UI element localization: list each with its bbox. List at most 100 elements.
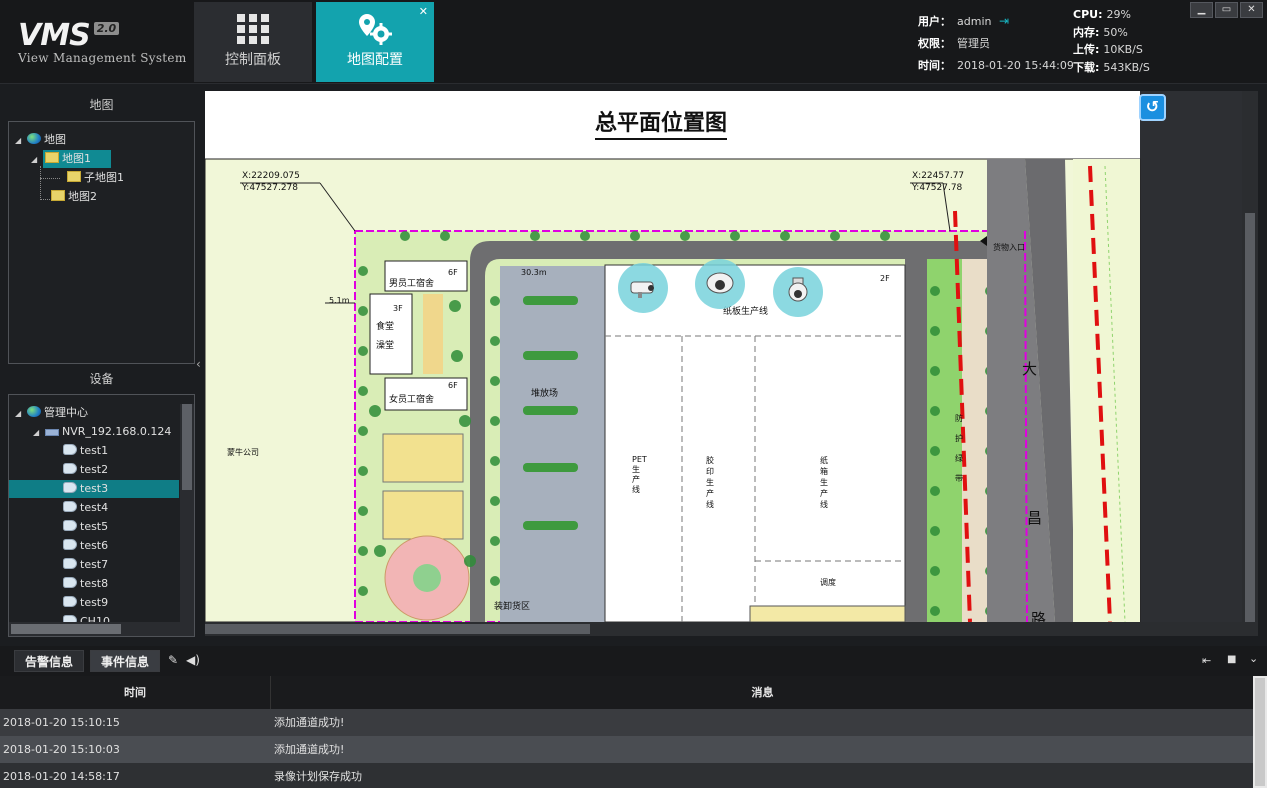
tree-node-channel[interactable]: test4 (9, 499, 179, 517)
globe-icon (27, 133, 41, 144)
table-row[interactable]: 2018-01-20 14:58:17 录像计划保存成功 (0, 763, 1253, 788)
row-message: 录像计划保存成功 (274, 770, 362, 783)
memory-value: 50% (1103, 25, 1128, 39)
label-road-3: 路 (1031, 610, 1047, 622)
tree-node-label: 地图2 (68, 190, 97, 203)
camera-dome-hotspot[interactable] (695, 259, 745, 309)
scrollbar-thumb[interactable] (182, 404, 192, 490)
tree-node-map-root[interactable]: ◢ 地图 (15, 131, 66, 149)
label-green-belt: 防护绿带 (955, 414, 963, 483)
tab-dashboard-label: 控制面板 (225, 52, 281, 68)
window-controls: ▁ ▭ ✕ (1190, 2, 1263, 18)
cpu-value: 29% (1106, 8, 1131, 21)
sound-icon[interactable]: ◀) (186, 653, 200, 667)
label-entrance: 货物入口 (993, 243, 1025, 252)
map-title: 总平面位置图 (595, 105, 728, 140)
tree-node-map2[interactable]: 地图2 (51, 188, 97, 206)
label-dimension-2: 5.1m (329, 296, 350, 305)
tree-node-label: test3 (80, 482, 109, 495)
tree-node-label: 地图 (44, 133, 66, 146)
minimize-button[interactable]: ▁ (1190, 2, 1213, 18)
tab-map-config[interactable]: ✕ 地图配置 (316, 2, 434, 82)
tab-alarm-info[interactable]: 告警信息 (14, 650, 85, 672)
collapse-panel-chevron-icon[interactable]: ⌄ (1249, 652, 1258, 665)
tree-node-submap1[interactable]: 子地图1 (67, 169, 124, 187)
tree-node-channel[interactable]: test3 (9, 480, 179, 498)
cpu-label: CPU: (1073, 8, 1103, 21)
tree-node-channel[interactable]: test1 (9, 442, 179, 460)
logo-version: 2.0 (93, 22, 120, 35)
pin-icon[interactable]: ⇤ (1202, 654, 1211, 667)
camera-bullet-hotspot[interactable] (618, 263, 668, 313)
row-time: 2018-01-20 14:58:17 (3, 770, 120, 783)
camera-icon (63, 501, 77, 512)
horizontal-scrollbar[interactable] (9, 622, 194, 636)
download-label: 下载: (1073, 60, 1100, 74)
column-header-message[interactable]: 消息 (272, 676, 1253, 709)
map-panel-title: 地图 (89, 98, 114, 112)
globe-icon (27, 406, 41, 417)
row-message: 添加通道成功! (274, 716, 345, 729)
logout-icon[interactable]: ⇥ (999, 14, 1009, 28)
device-tree: ◢ 管理中心 ◢ NVR_192.168.0.124 test1 test2 test3… (8, 394, 195, 637)
label-building-floors: 2F (880, 274, 890, 283)
label-dimension-1: 30.3m (521, 268, 547, 277)
time-value: 2018-01-20 15:44:09 (957, 59, 1074, 72)
site-plan-map (205, 91, 1141, 622)
scrollbar-thumb[interactable] (1255, 678, 1265, 786)
map-horizontal-scrollbar[interactable] (205, 622, 1258, 636)
role-value: 管理员 (957, 37, 990, 50)
tab-close-icon[interactable]: ✕ (419, 5, 428, 18)
tree-node-channel[interactable]: test9 (9, 594, 179, 612)
tree-node-nvr[interactable]: ◢ NVR_192.168.0.124 (33, 423, 171, 441)
tree-node-channel[interactable]: test6 (9, 537, 179, 555)
camera-ptz-hotspot[interactable] (773, 267, 823, 317)
gear-map-icon (359, 14, 392, 45)
collapse-arrow-icon[interactable]: ◢ (33, 424, 45, 442)
tree-node-management-center[interactable]: ◢ 管理中心 (15, 404, 88, 422)
collapse-panel-icon[interactable]: ‹ (196, 357, 201, 371)
tree-node-map1[interactable]: ◢ 地图1 (31, 150, 111, 168)
device-tree-scrollbar[interactable] (180, 404, 194, 622)
tree-node-channel[interactable]: test5 (9, 518, 179, 536)
tab-event-info[interactable]: 事件信息 (90, 650, 161, 672)
reset-view-button[interactable]: ↺ (1139, 94, 1166, 121)
camera-icon (63, 520, 77, 531)
log-scrollbar[interactable] (1253, 676, 1267, 788)
label-road-2: 昌 (1027, 509, 1043, 527)
row-time: 2018-01-20 15:10:03 (3, 743, 120, 756)
scrollbar-thumb[interactable] (11, 624, 121, 634)
clear-broom-icon[interactable]: ✎ (168, 653, 178, 667)
tree-node-channel[interactable]: test7 (9, 556, 179, 574)
collapse-arrow-icon[interactable]: ◢ (15, 132, 27, 150)
tree-node-label: 子地图1 (84, 171, 124, 184)
map-canvas[interactable]: 总平面位置图 X:22209.075 Y:47527.278 X:22457.77… (205, 91, 1258, 622)
column-header-time[interactable]: 时间 (0, 676, 271, 709)
collapse-arrow-icon[interactable]: ◢ (31, 151, 43, 169)
tree-node-channel[interactable]: test2 (9, 461, 179, 479)
maximize-panel-icon[interactable]: ■ (1227, 654, 1236, 665)
user-info: 用户： admin ⇥ 权限： 管理员 时间： 2018-01-20 15:44:09 (918, 10, 1074, 77)
tree-node-label: NVR_192.168.0.124 (62, 425, 172, 438)
table-row[interactable]: 2018-01-20 15:10:03 添加通道成功! (0, 736, 1253, 763)
coord-left: X:22209.075 Y:47527.278 (242, 171, 300, 193)
tab-dashboard[interactable]: 控制面板 (194, 2, 312, 82)
log-toolbar: 告警信息 事件信息 ✎ ◀) ⇤ ■ ⌄ (0, 646, 1267, 676)
close-button[interactable]: ✕ (1240, 2, 1263, 18)
camera-icon (63, 577, 77, 588)
download-value: 543KB/S (1103, 60, 1150, 74)
tree-node-label: test8 (80, 577, 109, 590)
refresh-icon: ↺ (1145, 97, 1160, 116)
table-header: 时间 消息 (0, 676, 1253, 709)
scrollbar-thumb[interactable] (205, 624, 590, 634)
label-loading: 装卸货区 (494, 602, 531, 612)
label-glue-line: 胶印生产线 (706, 456, 714, 509)
scrollbar-thumb[interactable] (1245, 213, 1255, 622)
label-neighbor: 蒙牛公司 (227, 448, 259, 457)
map-vertical-scrollbar[interactable] (1242, 91, 1258, 622)
label-bath: 澡堂 (376, 341, 395, 351)
tree-node-channel[interactable]: test8 (9, 575, 179, 593)
table-row[interactable]: 2018-01-20 15:10:15 添加通道成功! (0, 709, 1253, 736)
restore-button[interactable]: ▭ (1215, 2, 1238, 18)
collapse-arrow-icon[interactable]: ◢ (15, 405, 27, 423)
